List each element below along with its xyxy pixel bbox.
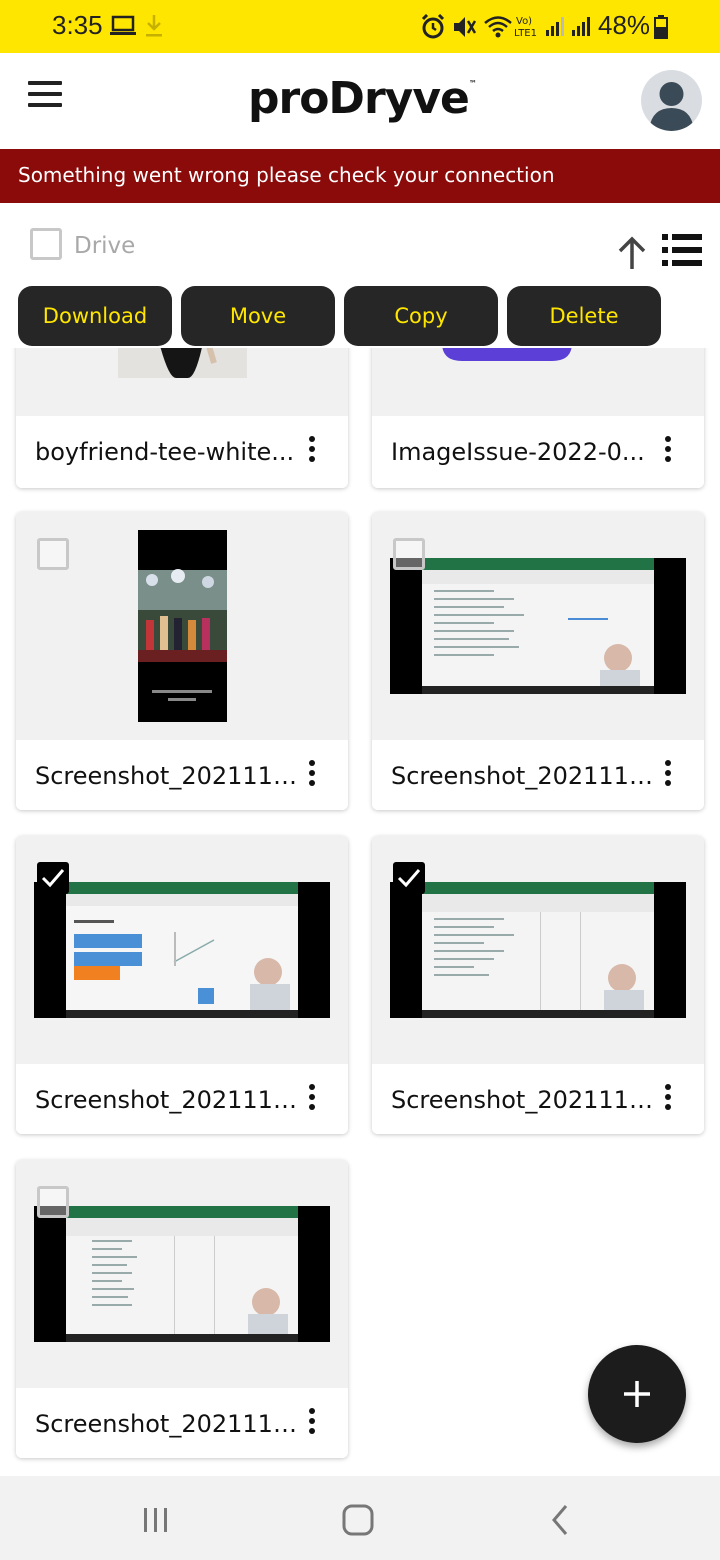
screen: 3:35 Vo) LTE1 48% proDryve™ Something we… [0, 0, 720, 1560]
checkmark-icon [41, 869, 65, 888]
file-checkbox-checked[interactable] [393, 862, 425, 894]
file-card-footer: Screenshot_20211114... [372, 740, 704, 810]
copy-button[interactable]: Copy [344, 286, 498, 346]
alarm-icon [421, 13, 445, 45]
spreadsheet-screenshot-preview [34, 1206, 330, 1342]
checkmark-icon [397, 869, 421, 888]
add-file-button[interactable] [588, 1345, 686, 1443]
file-name: Screenshot_20211114... [391, 1086, 653, 1114]
tee-image-preview [118, 348, 247, 378]
svg-text:LTE1: LTE1 [514, 28, 537, 39]
home-icon[interactable] [336, 1500, 380, 1540]
error-banner: Something went wrong please check your c… [0, 149, 720, 203]
file-thumbnail [372, 348, 704, 416]
list-view-icon[interactable] [660, 233, 704, 267]
file-card[interactable]: Screenshot_20211114... [372, 512, 704, 810]
more-options-icon[interactable] [302, 758, 322, 794]
file-card-footer: Screenshot_20211114... [16, 1388, 348, 1458]
file-checkbox[interactable] [37, 538, 69, 570]
move-button[interactable]: Move [181, 286, 335, 346]
file-thumbnail [372, 512, 704, 740]
wifi-icon [483, 14, 513, 45]
download-button[interactable]: Download [18, 286, 172, 346]
delete-button[interactable]: Delete [507, 286, 661, 346]
more-options-icon[interactable] [302, 1406, 322, 1442]
file-thumbnail [16, 348, 348, 416]
logo-text: proDryve [248, 73, 470, 124]
back-icon[interactable] [538, 1500, 582, 1540]
file-name: Screenshot_2021112... [35, 762, 297, 790]
spreadsheet-screenshot-preview [390, 882, 686, 1018]
cost-overview-screenshot-preview [34, 882, 330, 1018]
file-card[interactable]: Screenshot_20211114... [16, 836, 348, 1134]
more-options-icon[interactable] [658, 434, 678, 470]
volte-icon: Vo) LTE1 [514, 13, 544, 44]
file-thumbnail [16, 836, 348, 1064]
file-checkbox[interactable] [393, 538, 425, 570]
signal-icon [546, 14, 594, 43]
file-card-footer: Screenshot_20211114... [16, 1064, 348, 1134]
file-thumbnail [372, 836, 704, 1064]
select-all-checkbox[interactable] [30, 228, 62, 260]
file-card[interactable]: boyfriend-tee-white... [16, 348, 348, 488]
hamburger-menu-icon[interactable] [28, 81, 68, 121]
mute-icon [452, 14, 477, 45]
file-card-footer: Screenshot_20211114... [372, 1064, 704, 1134]
more-options-icon[interactable] [302, 434, 322, 470]
drive-toolbar: Drive [0, 203, 720, 285]
plus-icon [624, 1381, 650, 1407]
image-issue-preview [442, 348, 572, 361]
more-options-icon[interactable] [658, 758, 678, 794]
battery-icon [654, 15, 668, 44]
file-name: Screenshot_20211114... [391, 762, 653, 790]
file-card-footer: ImageIssue-2022-0... [372, 416, 704, 488]
recent-apps-icon[interactable] [134, 1500, 178, 1540]
file-card-footer: boyfriend-tee-white... [16, 416, 348, 488]
download-icon [145, 14, 163, 43]
event-photo-preview [138, 530, 227, 722]
status-time: 3:35 [52, 10, 103, 40]
file-name: boyfriend-tee-white... [35, 438, 295, 466]
file-checkbox[interactable] [37, 1186, 69, 1218]
battery-percent: 48% [598, 10, 651, 40]
more-options-icon[interactable] [658, 1082, 678, 1118]
file-card[interactable]: ImageIssue-2022-0... [372, 348, 704, 488]
file-card[interactable]: Screenshot_2021112... [16, 512, 348, 810]
sort-arrow-up-icon[interactable] [612, 233, 652, 273]
more-options-icon[interactable] [302, 1082, 322, 1118]
file-name: ImageIssue-2022-0... [391, 438, 645, 466]
bulk-action-bar: Download Move Copy Delete [0, 286, 720, 348]
file-checkbox-checked[interactable] [37, 862, 69, 894]
file-card-footer: Screenshot_2021112... [16, 740, 348, 810]
file-card[interactable]: Screenshot_20211114... [16, 1160, 348, 1458]
app-logo: proDryve™ [248, 73, 477, 124]
logo-trademark: ™ [468, 79, 477, 88]
file-name: Screenshot_20211114... [35, 1086, 297, 1114]
file-name: Screenshot_20211114... [35, 1410, 297, 1438]
avatar-icon[interactable] [641, 70, 702, 131]
app-header: proDryve™ [0, 53, 720, 149]
file-thumbnail [16, 512, 348, 740]
status-bar: 3:35 Vo) LTE1 48% [0, 0, 720, 53]
spreadsheet-screenshot-preview [390, 558, 686, 694]
drive-label: Drive [74, 233, 136, 259]
file-card[interactable]: Screenshot_20211114... [372, 836, 704, 1134]
system-nav-bar [0, 1476, 720, 1560]
laptop-icon [110, 14, 136, 43]
file-thumbnail [16, 1160, 348, 1388]
svg-text:Vo): Vo) [516, 16, 532, 27]
file-grid: boyfriend-tee-white... ImageIssue-2022-0… [0, 348, 720, 1476]
